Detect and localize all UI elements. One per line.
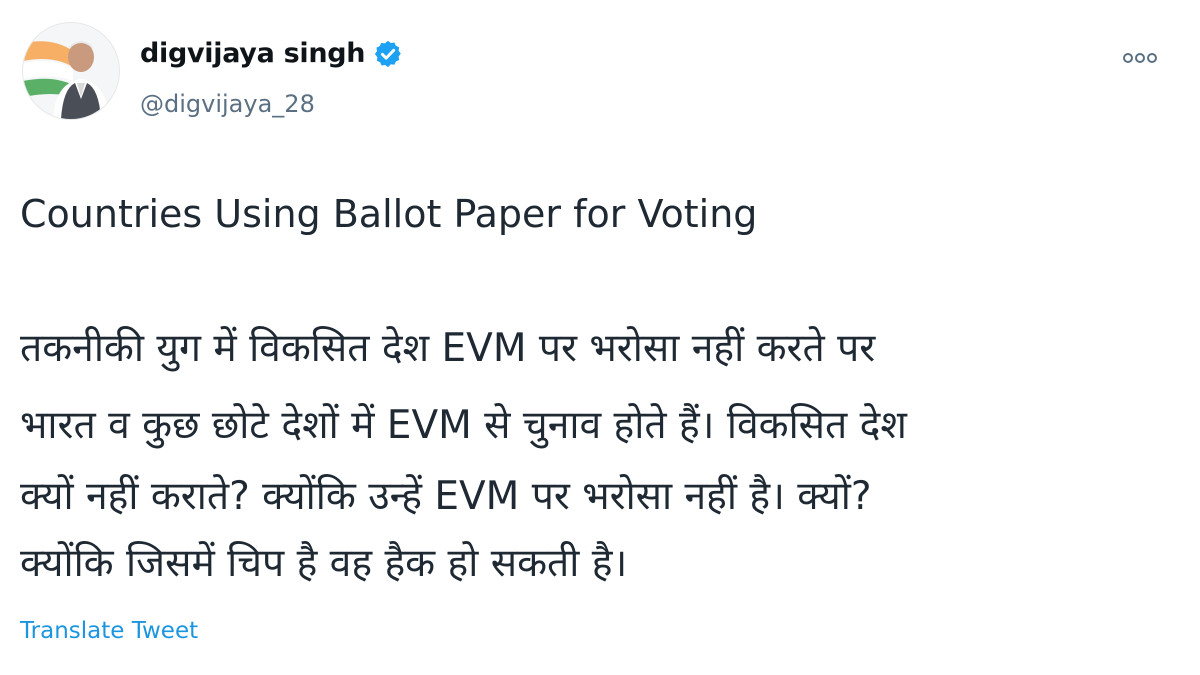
avatar[interactable] [22, 22, 120, 120]
tweet-text-line: क्योंकि जिसमें चिप है वह हैक हो सकती है। [20, 541, 628, 586]
profile-photo-icon [23, 23, 119, 119]
tweet-text-line: तकनीकी युग में विकसित देश EVM पर भरोसा न… [20, 326, 876, 371]
more-options-icon [1123, 53, 1157, 63]
author-name-row: digvijaya singh [140, 38, 403, 69]
tweet-card: digvijaya singh @digvijaya_28 Countries … [0, 0, 1200, 675]
tweet-text-line: भारत व कुछ छोटे देशों में EVM से चुनाव ह… [20, 403, 907, 448]
translate-tweet-link[interactable]: Translate Tweet [20, 618, 198, 644]
author-name[interactable]: digvijaya singh [140, 38, 366, 69]
tweet-heading: Countries Using Ballot Paper for Voting [20, 192, 758, 236]
author-handle[interactable]: @digvijaya_28 [140, 90, 315, 118]
tweet-text-line: क्यों नहीं कराते? क्योंकि उन्हें EVM पर … [20, 474, 872, 519]
more-options-button[interactable] [1118, 44, 1162, 72]
verified-badge-icon [373, 39, 403, 69]
